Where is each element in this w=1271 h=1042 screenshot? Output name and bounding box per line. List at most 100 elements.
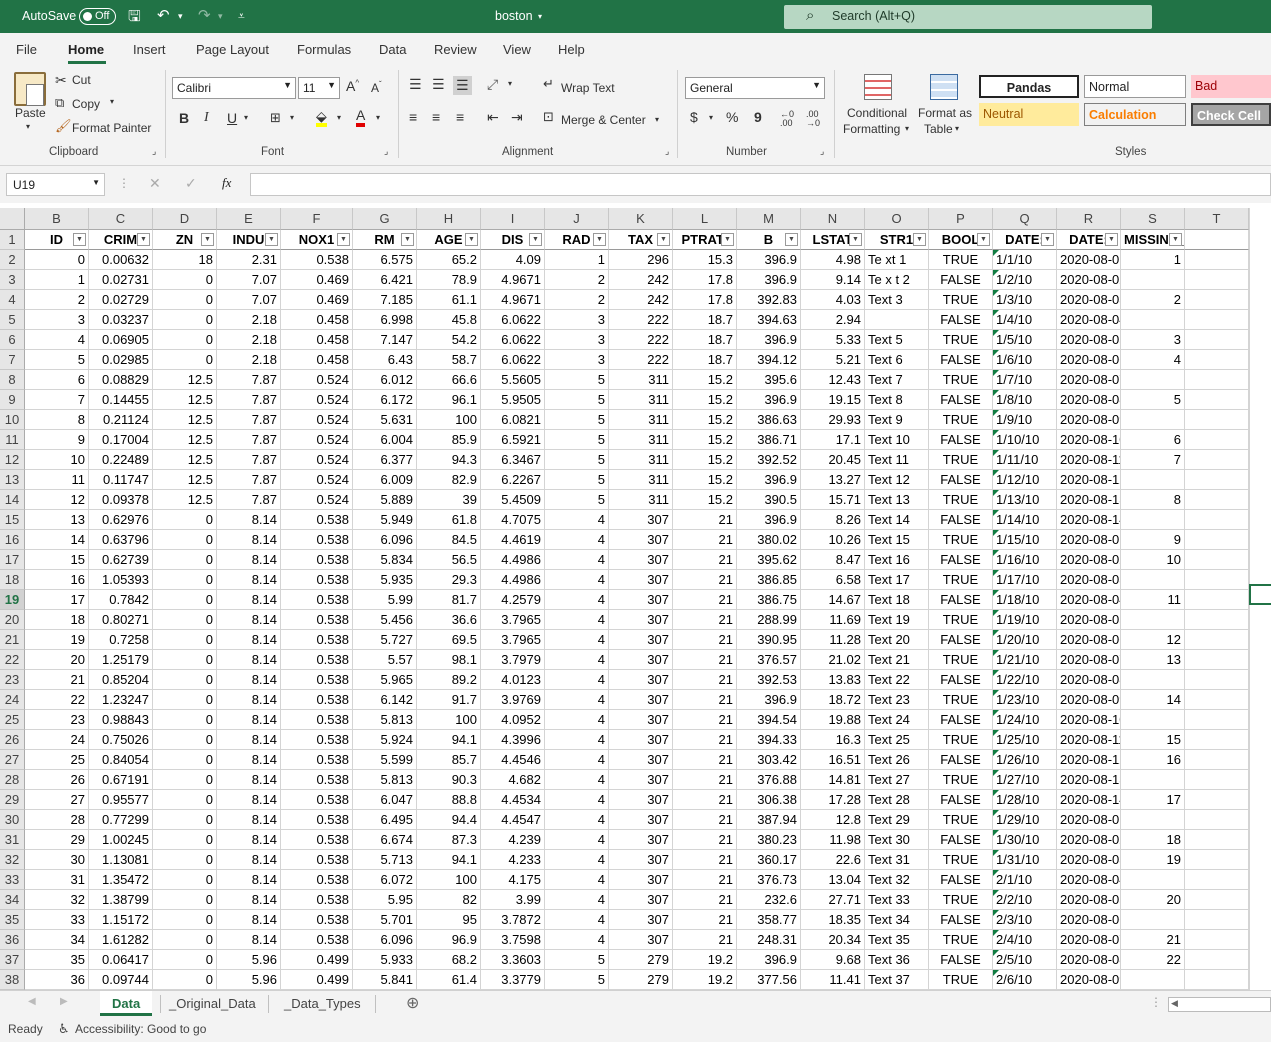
cell[interactable]: 12.8	[801, 810, 865, 830]
cell[interactable]: 14	[1121, 690, 1185, 710]
paste-button[interactable]: Paste	[15, 106, 46, 120]
column-header[interactable]: E	[217, 208, 281, 230]
filter-dropdown-icon[interactable]: ▼	[977, 233, 990, 246]
cell[interactable]: 82.9	[417, 470, 481, 490]
cell[interactable]: 4.4546	[481, 750, 545, 770]
tab-home[interactable]: Home	[68, 42, 104, 57]
cell[interactable]: 12	[1121, 630, 1185, 650]
cell[interactable]: 4	[545, 730, 609, 750]
cell[interactable]: 18.7	[673, 330, 737, 350]
column-header[interactable]: M	[737, 208, 801, 230]
number-format-select[interactable]: General ▼	[685, 77, 825, 99]
filter-dropdown-icon[interactable]: ▼	[465, 233, 478, 246]
cell[interactable]: Text 31	[865, 850, 929, 870]
cell[interactable]: 0.95577	[89, 790, 153, 810]
table-header-cell[interactable]: RAD ▼	[545, 230, 609, 250]
cell[interactable]: 1/1/10	[993, 250, 1057, 270]
cell[interactable]: 6.004	[353, 430, 417, 450]
cell[interactable]: 6.0622	[481, 350, 545, 370]
cell[interactable]: 6.0622	[481, 330, 545, 350]
style-bad[interactable]: Bad	[1191, 75, 1271, 98]
cell[interactable]: 0	[153, 610, 217, 630]
redo-dropdown-icon[interactable]: ▾	[218, 11, 223, 22]
cell[interactable]: 4	[545, 890, 609, 910]
cell[interactable]: 25	[25, 750, 89, 770]
cell[interactable]: 6.3467	[481, 450, 545, 470]
filter-dropdown-icon[interactable]: ▼	[913, 233, 926, 246]
cell[interactable]: 13	[1121, 650, 1185, 670]
cell[interactable]: 0.03237	[89, 310, 153, 330]
cell[interactable]: 21	[1121, 930, 1185, 950]
cell[interactable]: 10	[1121, 550, 1185, 570]
cell[interactable]: 88.8	[417, 790, 481, 810]
cell[interactable]: 4.233	[481, 850, 545, 870]
cell[interactable]: 376.73	[737, 870, 801, 890]
align-right-icon[interactable]: ≡	[456, 109, 464, 125]
cell[interactable]: 21	[673, 670, 737, 690]
cell[interactable]: 0.63796	[89, 530, 153, 550]
table-header-cell[interactable]	[1185, 230, 1249, 250]
cell[interactable]: Text 25	[865, 730, 929, 750]
cell[interactable]	[1185, 530, 1249, 550]
cell[interactable]: 4.4986	[481, 550, 545, 570]
cell[interactable]: 4	[545, 570, 609, 590]
cell[interactable]: 4	[545, 670, 609, 690]
tab-insert[interactable]: Insert	[133, 42, 166, 57]
cell[interactable]: 94.4	[417, 810, 481, 830]
cell[interactable]	[1185, 910, 1249, 930]
cell[interactable]: 2020-08-07	[1057, 370, 1121, 390]
cell[interactable]: Text 17	[865, 570, 929, 590]
cell[interactable]: 1/22/10	[993, 670, 1057, 690]
row-header[interactable]: 21	[0, 630, 25, 650]
cell[interactable]: 11.69	[801, 610, 865, 630]
cell[interactable]: 15	[1121, 730, 1185, 750]
cell[interactable]: Text 36	[865, 950, 929, 970]
workbook-name[interactable]: boston	[495, 9, 533, 23]
cell[interactable]: 4.0123	[481, 670, 545, 690]
cell[interactable]: 4	[545, 530, 609, 550]
filter-dropdown-icon[interactable]: ▼	[1105, 233, 1118, 246]
cell[interactable]	[1185, 250, 1249, 270]
cell[interactable]: 4	[545, 590, 609, 610]
cell[interactable]: 21	[673, 830, 737, 850]
cell[interactable]: 2020-08-04	[1057, 590, 1121, 610]
scroll-left-icon[interactable]: ◀	[28, 996, 36, 1007]
cell[interactable]: Text 16	[865, 550, 929, 570]
cell[interactable]: 7.87	[217, 430, 281, 450]
cell[interactable]: TRUE	[929, 410, 993, 430]
workbook-menu-icon[interactable]: ▾	[538, 12, 542, 21]
cell[interactable]: 3.7965	[481, 630, 545, 650]
cell[interactable]: 8.14	[217, 850, 281, 870]
row-header[interactable]: 16	[0, 530, 25, 550]
filter-dropdown-icon[interactable]: ▼	[401, 233, 414, 246]
cell[interactable]: 386.71	[737, 430, 801, 450]
cell[interactable]: 1/10/10	[993, 430, 1057, 450]
cell[interactable]: FALSE	[929, 350, 993, 370]
decrease-indent-icon[interactable]: ⇤	[487, 109, 499, 126]
cell[interactable]: TRUE	[929, 250, 993, 270]
cell[interactable]: 2020-08-06	[1057, 350, 1121, 370]
cell[interactable]: 4.03	[801, 290, 865, 310]
cell[interactable]: 1.25179	[89, 650, 153, 670]
cell[interactable]: 307	[609, 770, 673, 790]
cell[interactable]	[1185, 270, 1249, 290]
column-header[interactable]: J	[545, 208, 609, 230]
cell[interactable]: 21	[673, 550, 737, 570]
decrease-font-icon[interactable]: Aˇ	[371, 80, 382, 95]
cell[interactable]: Text 27	[865, 770, 929, 790]
conditional-formatting-dropdown-icon[interactable]: ▾	[905, 124, 909, 133]
table-header-cell[interactable]: CRIM ▼	[89, 230, 153, 250]
cell[interactable]: 0	[153, 310, 217, 330]
cell[interactable]: 11.98	[801, 830, 865, 850]
cell[interactable]: FALSE	[929, 390, 993, 410]
row-header[interactable]: 34	[0, 890, 25, 910]
wrap-text-icon[interactable]: ↵	[543, 76, 554, 92]
cell[interactable]: 17	[1121, 790, 1185, 810]
cell[interactable]: 18.35	[801, 910, 865, 930]
cell[interactable]: 94.1	[417, 850, 481, 870]
cell[interactable]: 11.28	[801, 630, 865, 650]
table-header-cell[interactable]: DIS ▼	[481, 230, 545, 250]
cell[interactable]: 15.2	[673, 370, 737, 390]
cell[interactable]: 0.538	[281, 650, 353, 670]
cell[interactable]: TRUE	[929, 730, 993, 750]
